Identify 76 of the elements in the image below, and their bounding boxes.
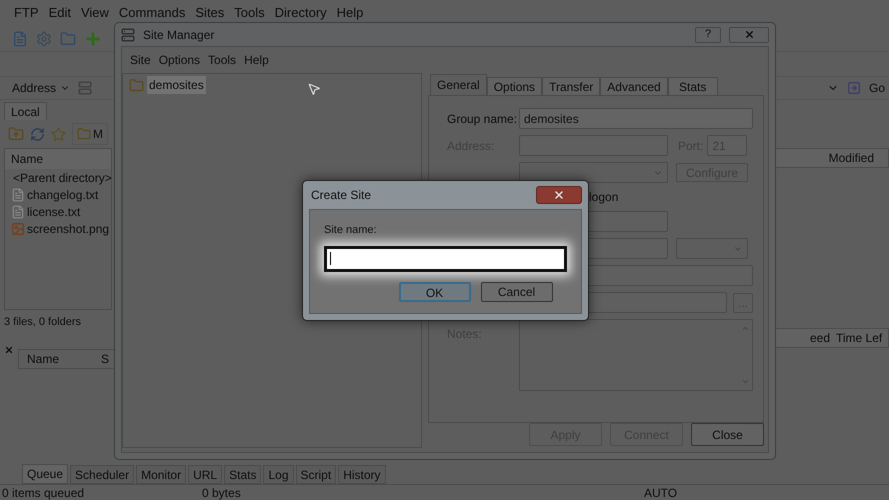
close-icon bbox=[744, 29, 754, 40]
column-header[interactable]: S bbox=[99, 350, 110, 368]
scroll-up-icon[interactable] bbox=[740, 324, 750, 333]
go-icon[interactable] bbox=[846, 81, 861, 95]
folder-path-field[interactable]: M bbox=[72, 123, 108, 145]
dialog-button[interactable]: OK bbox=[398, 282, 470, 302]
image-file-icon bbox=[11, 222, 25, 236]
menu-item[interactable]: Tools bbox=[208, 51, 236, 69]
bottom-tab[interactable]: URL bbox=[188, 465, 222, 484]
bottom-tab[interactable]: Log bbox=[263, 465, 294, 484]
column-header[interactable]: eed bbox=[774, 329, 834, 347]
bottom-tab[interactable]: Monitor bbox=[136, 465, 186, 484]
document-icon bbox=[11, 188, 25, 202]
bottom-tab[interactable]: Script bbox=[296, 465, 336, 484]
menu-item[interactable]: Help bbox=[244, 51, 269, 69]
menu-item[interactable]: Commands bbox=[118, 3, 186, 23]
bottom-tab[interactable]: Stats bbox=[224, 465, 262, 484]
close-button[interactable] bbox=[536, 186, 582, 204]
refresh-icon[interactable] bbox=[30, 126, 45, 142]
site-name-field[interactable] bbox=[324, 246, 567, 272]
file-name[interactable]: license.txt bbox=[27, 202, 80, 220]
notes-icon[interactable] bbox=[12, 30, 28, 46]
bottom-tab[interactable]: History bbox=[338, 465, 386, 484]
tab[interactable]: Options bbox=[486, 77, 542, 95]
column-header[interactable]: Name bbox=[19, 350, 99, 368]
field-label: Site name: bbox=[324, 223, 378, 238]
menu-item[interactable]: Tools bbox=[234, 3, 265, 23]
menu-item[interactable]: Directory bbox=[274, 3, 327, 23]
status-text: 0 items queued bbox=[1, 484, 86, 500]
bottom-tab[interactable]: Queue bbox=[22, 464, 68, 484]
close-icon bbox=[553, 189, 565, 201]
server-icon bbox=[78, 81, 92, 95]
close-icon[interactable] bbox=[4, 344, 14, 354]
column-header[interactable]: Name bbox=[5, 149, 111, 169]
folder-icon bbox=[77, 127, 91, 141]
local-tab[interactable]: Local bbox=[4, 102, 47, 120]
browse-button[interactable]: ... bbox=[733, 292, 753, 312]
menu-item[interactable]: Edit bbox=[48, 3, 71, 23]
group-name-field[interactable]: demosites bbox=[519, 108, 753, 129]
file-name[interactable]: changelog.txt bbox=[27, 186, 98, 204]
cursor-icon bbox=[307, 82, 321, 96]
scroll-down-icon[interactable] bbox=[740, 377, 750, 386]
status-text: 0 bytes bbox=[201, 484, 242, 500]
menu-item[interactable]: Help bbox=[336, 3, 364, 23]
tab[interactable]: General bbox=[430, 74, 487, 95]
tab[interactable]: Stats bbox=[668, 77, 718, 95]
folder-icon bbox=[129, 78, 144, 92]
menu-item[interactable]: Sites bbox=[195, 3, 224, 23]
go-button[interactable]: Go bbox=[868, 79, 889, 97]
column-header[interactable]: Time Lef bbox=[834, 329, 882, 347]
bottom-tab[interactable]: Scheduler bbox=[70, 465, 134, 484]
tree-item[interactable]: demosites bbox=[147, 76, 206, 94]
folder-icon[interactable] bbox=[60, 30, 76, 46]
help-button[interactable]: ? bbox=[695, 26, 721, 42]
document-icon bbox=[11, 204, 25, 218]
checkbox-label: logon bbox=[589, 189, 618, 206]
status-text: AUTO bbox=[643, 484, 678, 500]
field-label: Group name: bbox=[447, 110, 518, 128]
address-label[interactable]: Address bbox=[12, 79, 56, 97]
plus-icon[interactable] bbox=[84, 30, 102, 48]
menu-item[interactable]: FTP bbox=[14, 3, 39, 23]
star-icon[interactable] bbox=[51, 126, 66, 142]
folder-up-icon[interactable] bbox=[8, 126, 24, 142]
tab[interactable]: Transfer bbox=[542, 77, 600, 95]
file-name[interactable]: screenshot.png bbox=[27, 220, 110, 238]
tab[interactable]: Advanced bbox=[600, 77, 668, 95]
dialog-button[interactable]: Close bbox=[691, 423, 764, 446]
window-title: Site Manager bbox=[143, 26, 216, 44]
file-count: 3 files, 0 folders bbox=[3, 315, 82, 330]
settings-icon[interactable] bbox=[36, 30, 52, 46]
menu-item[interactable]: View bbox=[80, 3, 109, 23]
menu-item[interactable]: Site bbox=[130, 51, 151, 69]
dialog-title: Create Site bbox=[310, 187, 372, 204]
menu-item[interactable]: Options bbox=[158, 51, 200, 69]
dialog-button[interactable]: Cancel bbox=[480, 282, 552, 302]
file-name[interactable]: <Parent directory> bbox=[13, 168, 112, 186]
